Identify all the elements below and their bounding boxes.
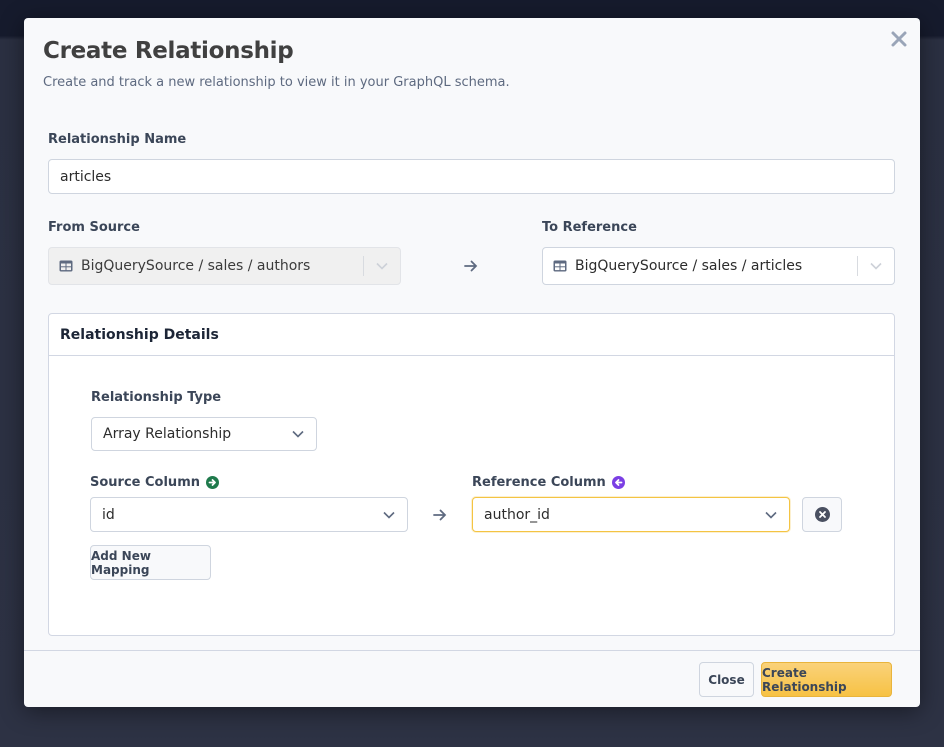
chevron-down-icon (364, 262, 400, 270)
from-source-select[interactable]: BigQuerySource / sales / authors (48, 247, 401, 285)
modal-title: Create Relationship (43, 38, 294, 64)
source-column-select[interactable]: id (90, 497, 408, 532)
relationship-name-value: articles (60, 168, 112, 185)
relationship-details-heading: Relationship Details (49, 314, 894, 356)
source-column-label: Source Column (90, 475, 200, 490)
relationship-name-label: Relationship Name (48, 132, 187, 147)
arrow-circle-left-icon (611, 476, 625, 489)
chevron-down-icon (280, 430, 316, 438)
table-icon (553, 260, 567, 272)
arrow-circle-right-icon (206, 476, 219, 489)
add-new-mapping-button[interactable]: Add New Mapping (90, 545, 211, 580)
to-reference-value: BigQuerySource / sales / articles (575, 258, 803, 274)
chevron-down-icon (371, 511, 407, 519)
remove-mapping-button[interactable] (802, 497, 842, 532)
arrow-right-icon (433, 509, 447, 521)
relationship-type-label: Relationship Type (91, 390, 222, 405)
footer-divider (24, 650, 920, 651)
relationship-type-select[interactable]: Array Relationship (91, 417, 317, 451)
reference-column-value: author_id (484, 506, 550, 523)
relationship-name-input[interactable]: articles (48, 159, 895, 194)
to-reference-label: To Reference (542, 220, 637, 235)
to-reference-select[interactable]: BigQuerySource / sales / articles (542, 247, 895, 285)
relationship-details-card: Relationship Details Relationship Type A… (48, 313, 895, 636)
table-icon (59, 260, 73, 272)
reference-column-select[interactable]: author_id (472, 497, 790, 532)
modal-subtitle: Create and track a new relationship to v… (43, 75, 510, 90)
arrow-right-icon (464, 260, 478, 272)
close-button[interactable]: Close (699, 662, 754, 697)
close-x-icon[interactable] (890, 30, 908, 48)
reference-column-label-wrap: Reference Column (472, 475, 625, 490)
chevron-down-icon (753, 511, 789, 519)
reference-column-label: Reference Column (472, 475, 606, 490)
source-column-value: id (102, 506, 115, 523)
source-column-label-wrap: Source Column (90, 475, 219, 490)
create-relationship-modal: Create Relationship Create and track a n… (24, 18, 920, 707)
from-source-label: From Source (48, 220, 140, 235)
chevron-down-icon (858, 262, 894, 270)
x-circle-icon (814, 507, 830, 522)
create-relationship-button[interactable]: Create Relationship (761, 662, 892, 697)
from-source-value: BigQuerySource / sales / authors (81, 258, 311, 274)
relationship-type-value: Array Relationship (103, 426, 232, 442)
